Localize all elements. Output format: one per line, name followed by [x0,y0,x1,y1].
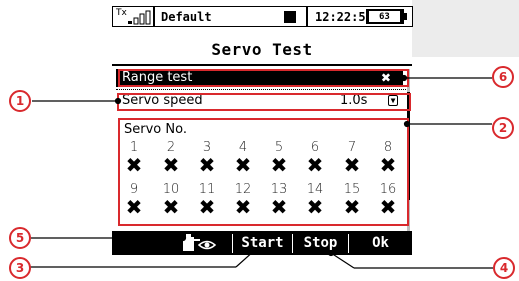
callout-5-badge: 5 [9,227,31,249]
callout-3-badge: 3 [9,257,31,279]
callout-2-badge: 2 [492,117,514,139]
callout-6-badge: 6 [492,66,514,88]
callout-4-badge: 4 [493,257,515,279]
callout-leader-lines [30,74,493,269]
callout-1-badge: 1 [9,90,31,112]
